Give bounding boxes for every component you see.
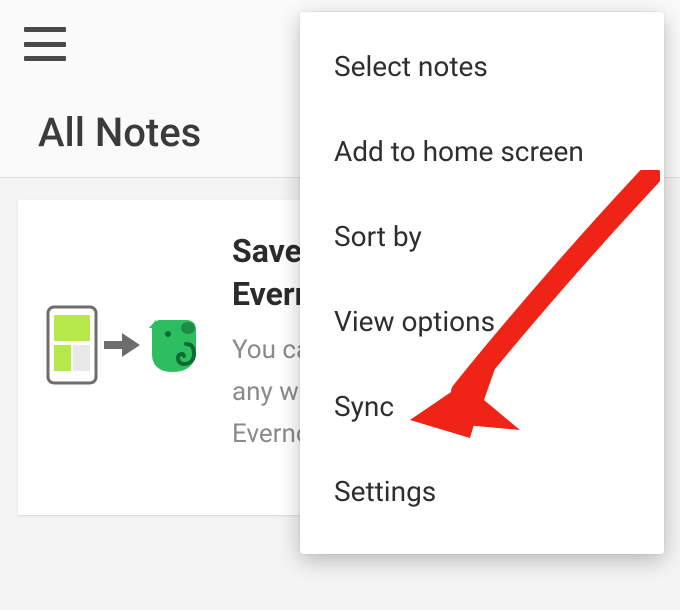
menu-item-add-to-home-screen[interactable]: Add to home screen (300, 109, 664, 194)
phone-icon (46, 305, 98, 385)
arrow-right-icon (102, 325, 142, 365)
menu-item-sort-by[interactable]: Sort by (300, 194, 664, 279)
evernote-icon (146, 314, 204, 376)
menu-item-select-notes[interactable]: Select notes (300, 24, 664, 109)
hamburger-icon[interactable] (24, 27, 66, 61)
menu-item-sync[interactable]: Sync (300, 364, 664, 449)
page-title: All Notes (38, 109, 201, 156)
menu-item-settings[interactable]: Settings (300, 449, 664, 534)
overflow-menu: Select notes Add to home screen Sort by … (300, 12, 664, 554)
card-icon-group (46, 230, 204, 455)
menu-item-view-options[interactable]: View options (300, 279, 664, 364)
